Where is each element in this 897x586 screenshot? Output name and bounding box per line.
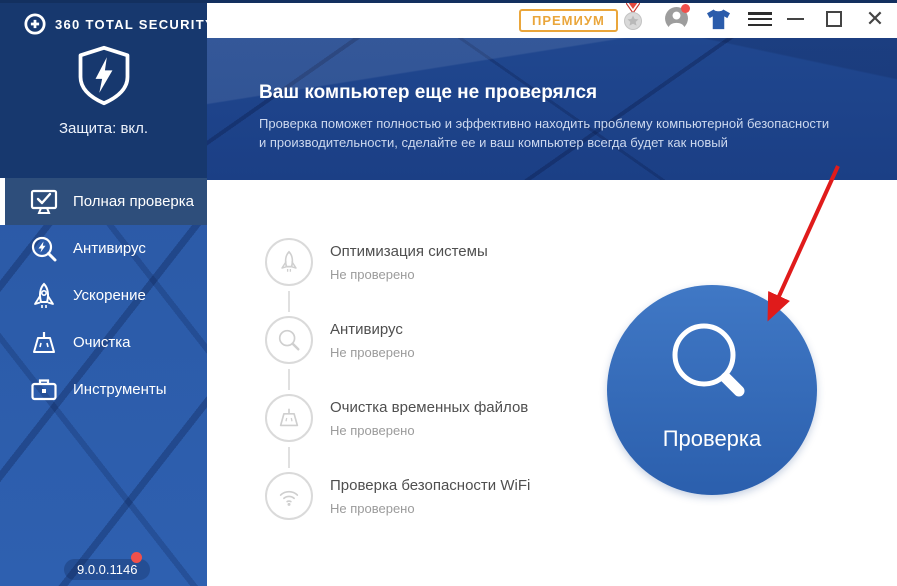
connector-line [288, 291, 290, 312]
premium-button[interactable]: ПРЕМИУМ [519, 9, 618, 32]
page-title: Ваш компьютер еще не проверялся [259, 82, 897, 104]
rocket-icon [30, 282, 58, 310]
maximize-button[interactable] [826, 11, 842, 27]
checklist-item-title: Очистка временных файлов [330, 399, 528, 416]
app-logo: 360 TOTAL SECURITY [0, 0, 207, 35]
protection-shield-icon [75, 45, 133, 112]
connector-line [288, 447, 290, 468]
checklist-item: Очистка временных файлов Не проверено [265, 394, 528, 442]
connector-line [288, 369, 290, 390]
checklist-item-title: Оптимизация системы [330, 243, 488, 260]
checklist-item-title: Проверка безопасности WiFi [330, 477, 530, 494]
sidebar-item-antivirus[interactable]: Антивирус [0, 225, 207, 272]
sidebar-item-label: Ускорение [73, 287, 146, 304]
sidebar-nav: Полная проверка Антивирус [0, 178, 207, 413]
sidebar-item-full-check[interactable]: Полная проверка [0, 178, 207, 225]
sidebar-item-label: Полная проверка [73, 193, 194, 210]
medal-icon[interactable] [622, 2, 644, 32]
broom-icon [265, 394, 313, 442]
main-content: Оптимизация системы Не проверено Антивир… [207, 180, 897, 586]
app-logo-text: 360 TOTAL SECURITY [55, 17, 215, 32]
sidebar-item-label: Инструменты [73, 381, 167, 398]
theme-tshirt-icon[interactable] [706, 8, 731, 31]
update-notification-dot [131, 552, 142, 563]
sidebar-item-tools[interactable]: Инструменты [0, 366, 207, 413]
titlebar: ПРЕМИУМ ✕ [207, 0, 897, 38]
close-button[interactable]: ✕ [862, 6, 888, 32]
toolbox-icon [30, 376, 58, 404]
checklist-item: Оптимизация системы Не проверено [265, 238, 488, 286]
monitor-check-icon [30, 188, 58, 216]
checklist-item: Антивирус Не проверено [265, 316, 415, 364]
broom-icon [30, 329, 58, 357]
checklist-item-status: Не проверено [330, 345, 415, 360]
checklist-item-status: Не проверено [330, 501, 530, 516]
sidebar-item-speedup[interactable]: Ускорение [0, 272, 207, 319]
antivirus-scan-icon [30, 235, 58, 263]
sidebar: 360 TOTAL SECURITY Защита: вкл. Полная п… [0, 0, 207, 586]
magnifier-icon [265, 316, 313, 364]
window-top-border [0, 0, 897, 3]
checklist-item-title: Антивирус [330, 321, 415, 338]
sidebar-item-label: Очистка [73, 334, 130, 351]
magnifier-icon [662, 317, 762, 422]
checklist-item-status: Не проверено [330, 267, 488, 282]
sidebar-protection-panel: 360 TOTAL SECURITY Защита: вкл. [0, 0, 207, 178]
checklist-item: Проверка безопасности WiFi Не проверено [265, 472, 530, 520]
sidebar-item-cleanup[interactable]: Очистка [0, 319, 207, 366]
main-menu-icon[interactable] [748, 12, 772, 26]
logo-plus-circle-icon [24, 13, 46, 35]
status-header: Ваш компьютер еще не проверялся Проверка… [207, 38, 897, 180]
scan-button[interactable]: Проверка [607, 285, 817, 495]
wifi-icon [265, 472, 313, 520]
minimize-button[interactable] [787, 18, 804, 20]
page-description: Проверка поможет полностью и эффективно … [259, 115, 839, 153]
user-account-icon[interactable] [664, 6, 689, 31]
protection-status-label: Защита: вкл. [59, 120, 148, 137]
scan-button-label: Проверка [663, 426, 762, 452]
user-notification-dot [681, 4, 690, 13]
scan-checklist: Оптимизация системы Не проверено Антивир… [265, 180, 605, 586]
sidebar-item-label: Антивирус [73, 240, 146, 257]
checklist-item-status: Не проверено [330, 423, 528, 438]
rocket-icon [265, 238, 313, 286]
